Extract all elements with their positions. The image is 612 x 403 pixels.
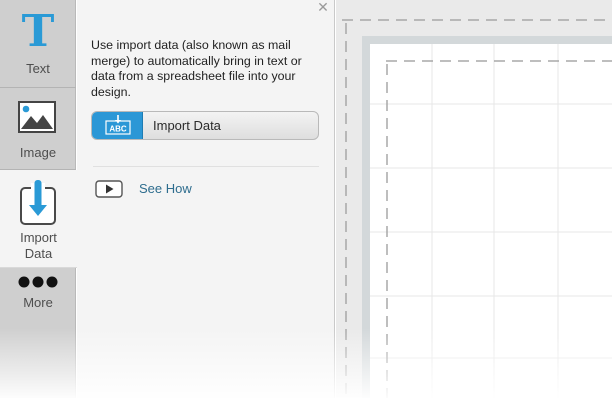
- more-dots-icon: [18, 276, 58, 288]
- import-data-panel: ✕ Use import data (also known as mail me…: [77, 0, 335, 398]
- import-data-label: Import Data: [153, 118, 221, 133]
- import-data-button[interactable]: ABC Import Data: [91, 111, 319, 140]
- tool-import-data[interactable]: Import Data: [0, 170, 77, 268]
- design-canvas[interactable]: [336, 0, 612, 403]
- tool-more[interactable]: More: [0, 268, 76, 340]
- tool-image-label: Image: [19, 145, 57, 160]
- canvas-page: [342, 19, 612, 403]
- close-icon[interactable]: ✕: [316, 1, 330, 15]
- tool-text[interactable]: T Text: [0, 0, 76, 88]
- abc-import-icon: ABC: [92, 112, 143, 139]
- tool-import-label-line1: Import: [20, 230, 57, 245]
- tool-more-label: More: [23, 295, 53, 310]
- image-icon: [18, 101, 56, 133]
- tool-import-label: Import Data: [0, 230, 77, 262]
- import-data-icon: [20, 180, 56, 225]
- panel-divider: [93, 166, 319, 167]
- abc-icon-text: ABC: [109, 125, 127, 134]
- tool-import-label-line2: Data: [24, 246, 53, 261]
- text-icon: T: [21, 6, 55, 57]
- tool-sidebar: T Text Image Import Data More: [0, 0, 77, 398]
- see-how-label: See How: [139, 181, 192, 196]
- tool-image[interactable]: Image: [0, 88, 76, 170]
- play-icon: [95, 180, 123, 198]
- panel-description: Use import data (also known as mail merg…: [91, 38, 302, 99]
- tool-text-label: Text: [26, 61, 50, 76]
